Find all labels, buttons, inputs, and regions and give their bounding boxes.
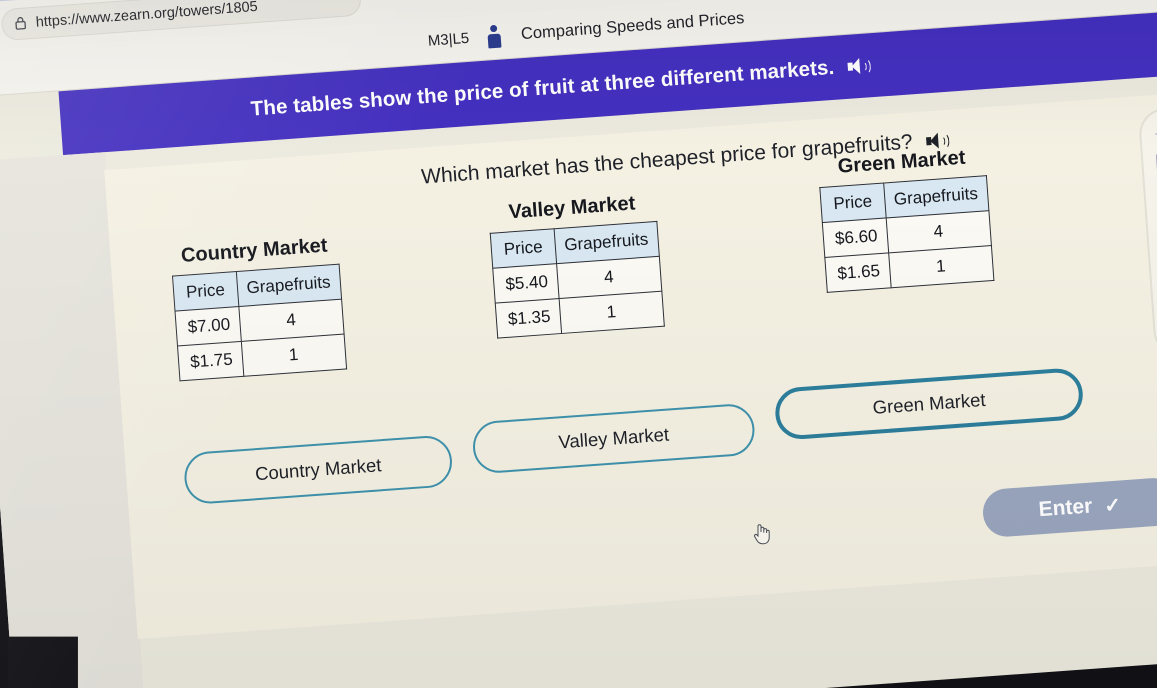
- enter-button[interactable]: Enter ✓: [981, 476, 1157, 539]
- cell-quantity: 1: [240, 334, 347, 377]
- speaker-icon[interactable]: [847, 56, 872, 76]
- lock-icon: [14, 15, 27, 33]
- screenshot-root: ⚲ clever dpscd - Search × C Clever | Por…: [0, 0, 1157, 688]
- student-avatar-icon[interactable]: [486, 24, 504, 49]
- answer-choice-label: Country Market: [254, 454, 383, 485]
- table-header-price: Price: [819, 183, 886, 223]
- problem-card: Which market has the cheapest price for …: [104, 90, 1157, 640]
- price-table: Price Grapefruits $5.40 4 $1.35 1: [489, 220, 665, 339]
- table-header-price: Price: [490, 228, 557, 269]
- photo-dark-corner: [7, 636, 78, 688]
- price-table: Price Grapefruits $6.60 4 $1.65 1: [819, 175, 995, 293]
- market-table-country: Country Market Price Grapefruits $7.00 4: [170, 234, 347, 382]
- answer-choice-valley-market[interactable]: Valley Market: [471, 402, 757, 475]
- lesson-code: M3|L5: [427, 29, 470, 50]
- cell-quantity: 1: [558, 291, 664, 334]
- market-table-green: Green Market Price Grapefruits $6.60 4 $…: [817, 145, 995, 293]
- lesson-title: Comparing Speeds and Prices: [520, 9, 745, 44]
- answer-choice-label: Green Market: [871, 388, 987, 418]
- table-header-price: Price: [172, 271, 239, 312]
- cell-quantity: 1: [888, 245, 994, 288]
- cell-price: $7.00: [175, 306, 241, 346]
- price-table: Price Grapefruits $7.00 4 $1.75 1: [171, 263, 347, 382]
- url-text: https://www.zearn.org/towers/1805: [35, 0, 259, 31]
- market-title: Valley Market: [507, 192, 636, 224]
- enter-button-label: Enter: [1037, 494, 1094, 522]
- cell-price: $1.35: [495, 298, 562, 339]
- browser-window: ⚲ clever dpscd - Search × C Clever | Por…: [0, 0, 1157, 688]
- cell-price: $1.65: [824, 252, 891, 293]
- answer-choice-country-market[interactable]: Country Market: [182, 434, 454, 506]
- mouse-cursor-pointer-icon: [752, 521, 772, 545]
- answer-choice-label: Valley Market: [557, 423, 670, 453]
- cell-price: $6.60: [822, 218, 889, 258]
- sparkle-star-icon: [1154, 122, 1157, 146]
- market-title: Country Market: [180, 234, 329, 267]
- market-table-valley: Valley Market Price Grapefruits $5.40 4: [488, 191, 665, 339]
- check-icon: ✓: [1103, 493, 1122, 518]
- cell-price: $1.75: [177, 341, 244, 381]
- cell-price: $5.40: [492, 263, 559, 304]
